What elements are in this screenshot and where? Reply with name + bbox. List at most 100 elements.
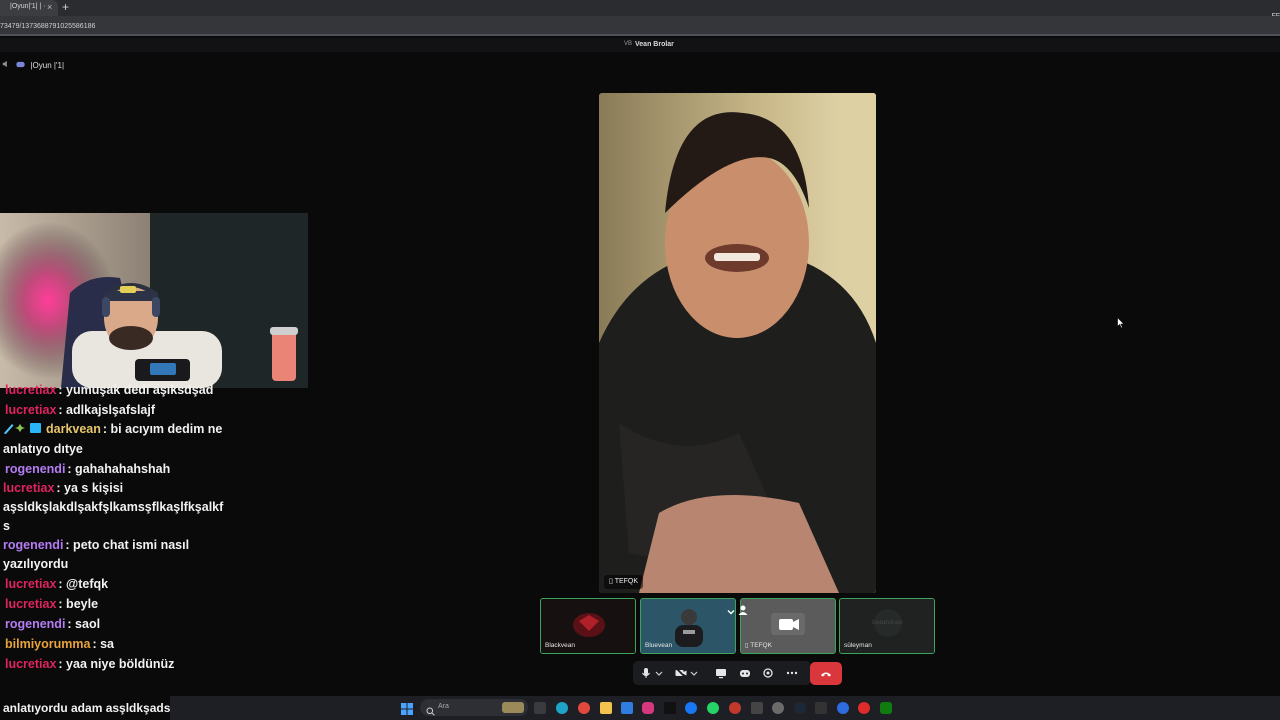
taskbar-search[interactable]: Ara	[420, 699, 528, 716]
chat-text: s	[3, 519, 10, 533]
participant-name: Bluevean	[645, 642, 673, 649]
chat-message: lucretiax: yaa niye böldünüz	[0, 654, 228, 674]
chat-text: : yumuşak dedi aşıksdşad	[58, 383, 214, 397]
url-text: 73479/1373688791025586186	[0, 23, 96, 30]
task-view-icon[interactable]	[534, 702, 546, 714]
chat-username[interactable]: rogenendi	[5, 617, 65, 631]
chat-badges-icon	[3, 421, 43, 440]
chat-username[interactable]: bilmiyorumma	[5, 637, 90, 651]
server-name[interactable]: Vean Brolar	[635, 41, 674, 48]
store-icon[interactable]	[621, 702, 633, 714]
chat-text: : beyle	[58, 597, 99, 611]
folder-icon[interactable]	[600, 702, 612, 714]
main-video-name: TEFQK	[614, 578, 639, 585]
chat-username[interactable]: rogenendi	[3, 538, 63, 552]
chrome-icon[interactable]	[578, 702, 590, 714]
app-icon[interactable]	[729, 702, 741, 714]
chevron-down-icon[interactable]	[726, 604, 736, 615]
participant-tile[interactable]: ▯ TEFQK	[740, 598, 836, 654]
chat-username[interactable]: lucretiax	[3, 481, 54, 495]
main-video-feed[interactable]	[599, 93, 876, 593]
search-icon	[426, 703, 435, 720]
chat-text: : saol	[67, 617, 101, 631]
browser-tab[interactable]: |Oyun|'1| | · ×	[0, 0, 58, 16]
chat-username[interactable]: lucretiax	[5, 597, 56, 611]
chat-text: : bi acıyım dedim ne	[102, 422, 223, 436]
windows-start-icon[interactable]	[401, 702, 413, 715]
participant-tile[interactable]: Bluevean	[640, 598, 736, 654]
stream-chat: lucretiax: yumuşak dedi aşıksdşad lucreti…	[0, 380, 228, 696]
xbox-icon[interactable]	[880, 702, 892, 714]
close-tab-icon[interactable]: ×	[47, 2, 52, 12]
chat-message: rogenendi: peto chat ismi nasıl yazılıyor…	[0, 536, 228, 574]
participant-name: Blackvean	[545, 642, 575, 649]
tab-title: |Oyun|'1| | ·	[10, 3, 46, 10]
taskbar: Ara	[0, 696, 1280, 720]
participant-tile[interactable]: DARKVEAN süleyman	[839, 598, 935, 654]
more-options-icon[interactable]	[784, 665, 800, 681]
participant-name: süleyman	[844, 642, 872, 649]
mouse-cursor-icon	[1117, 316, 1125, 329]
chat-text: : sa	[92, 637, 114, 651]
instagram-icon[interactable]	[642, 702, 654, 714]
streamer-webcam	[0, 213, 308, 388]
stream-caption: anlatıyordu adam asşldkşads	[0, 696, 171, 720]
chat-text: : ya s kişisi	[56, 481, 124, 495]
controller-icon	[12, 61, 25, 70]
chat-username[interactable]: lucretiax	[5, 403, 56, 417]
microphone-icon[interactable]	[638, 665, 654, 681]
call-controls	[633, 661, 811, 685]
chat-message: rogenendi: saol	[0, 614, 228, 634]
app-icon[interactable]	[858, 702, 870, 714]
chat-text: : gahahahahshah	[67, 462, 171, 476]
chat-message: lucretiax: beyle	[0, 594, 228, 614]
end-call-button[interactable]	[810, 662, 842, 685]
new-tab-icon[interactable]: +	[62, 0, 69, 14]
chat-username[interactable]: lucretiax	[5, 577, 56, 591]
chat-message: lucretiax: yumuşak dedi aşıksdşad	[0, 380, 228, 400]
app-icon[interactable]	[751, 702, 763, 714]
tiktok-icon[interactable]	[664, 702, 676, 714]
chat-username[interactable]: lucretiax	[5, 383, 56, 397]
mobile-icon: ▯	[609, 578, 613, 585]
participant-avatar-text: DARKVEAN	[872, 620, 903, 626]
chat-username[interactable]: lucretiax	[5, 657, 56, 671]
chat-text: : @tefqk	[58, 577, 109, 591]
participant-tile[interactable]: Blackvean	[540, 598, 636, 654]
screen-share-icon[interactable]	[713, 665, 729, 681]
chat-message: lucretiax: @tefqk	[0, 574, 228, 594]
settings-icon[interactable]	[772, 702, 784, 714]
chat-message: darkvean: bi acıyım dedim ne anlatıyo dıt…	[0, 420, 228, 459]
chat-text: : peto chat ismi nasıl	[65, 538, 190, 552]
activity-icon[interactable]	[737, 665, 753, 681]
edge-icon[interactable]	[556, 702, 568, 714]
chat-username[interactable]: darkvean	[46, 422, 101, 436]
chevron-down-icon[interactable]	[689, 665, 699, 681]
soundboard-icon[interactable]	[760, 665, 776, 681]
browser-tab-bar: |Oyun|'1| | · × + FF	[0, 0, 1280, 20]
voice-channel-row[interactable]: |Oyun |'1|	[0, 60, 64, 72]
address-bar[interactable]: 73479/1373688791025586186	[0, 16, 1280, 36]
participant-name: TEFQK	[750, 642, 772, 649]
chat-text: aşsldkşlakdlşakfşlkamsşflkaşlfkşalkf	[3, 500, 224, 514]
facebook-icon[interactable]	[685, 702, 697, 714]
main-video-label: ▯ TEFQK	[604, 575, 644, 589]
chat-username[interactable]: rogenendi	[5, 462, 65, 476]
chat-message: bilmiyorumma: sa	[0, 634, 228, 654]
hang-up-icon	[819, 667, 833, 681]
camera-off-icon[interactable]	[673, 665, 689, 681]
app-icon[interactable]	[837, 702, 849, 714]
speaker-icon	[0, 60, 10, 70]
chevron-down-icon[interactable]	[654, 665, 664, 681]
add-user-icon[interactable]	[737, 603, 749, 615]
chat-text: anlatıyo dıtye	[3, 442, 83, 456]
whatsapp-icon[interactable]	[707, 702, 719, 714]
chat-message: rogenendi: gahahahahshah	[0, 459, 228, 479]
app-icon[interactable]	[815, 702, 827, 714]
server-badge: VB	[624, 41, 633, 47]
steam-icon[interactable]	[794, 702, 806, 714]
search-placeholder: Ara	[438, 703, 449, 710]
chat-text: : yaa niye böldünüz	[58, 657, 175, 671]
chat-text: : adlkajslşafslajf	[58, 403, 155, 417]
chat-message: lucretiax: adlkajslşafslajf	[0, 400, 228, 420]
